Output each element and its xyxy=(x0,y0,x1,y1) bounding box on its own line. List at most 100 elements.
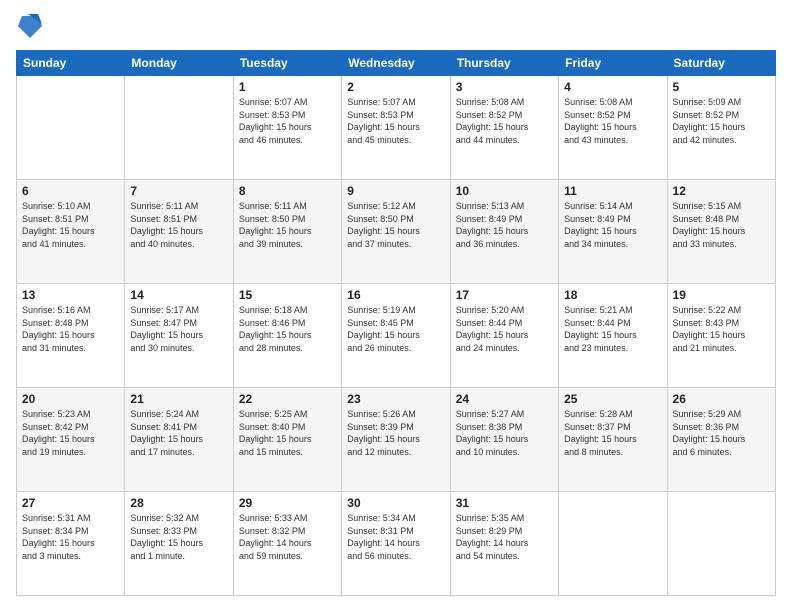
day-cell: 1Sunrise: 5:07 AM Sunset: 8:53 PM Daylig… xyxy=(233,76,341,180)
day-number: 6 xyxy=(22,184,119,198)
day-cell: 21 Sunrise: 5:24 AM Sunset: 8:41 PM Dayli… xyxy=(125,388,233,492)
day-number: 21 xyxy=(130,392,227,406)
calendar: SundayMondayTuesdayWednesdayThursdayFrid… xyxy=(16,50,776,596)
day-info: Sunrise: 5:14 AM Sunset: 8:49 PM Dayligh… xyxy=(564,200,661,250)
day-cell: 28 Sunrise: 5:32 AM Sunset: 8:33 PM Dayli… xyxy=(125,492,233,596)
day-cell: 25Sunrise: 5:28 AM Sunset: 8:37 PM Dayli… xyxy=(559,388,667,492)
day-info: Sunrise: 5:11 AM Sunset: 8:51 PM Dayligh… xyxy=(130,200,227,250)
day-cell: 23 Sunrise: 5:26 AM Sunset: 8:39 PM Dayli… xyxy=(342,388,450,492)
weekday-header-friday: Friday xyxy=(559,51,667,76)
day-cell: 10 Sunrise: 5:13 AM Sunset: 8:49 PM Dayli… xyxy=(450,180,558,284)
day-number: 12 xyxy=(673,184,770,198)
day-cell: 8 Sunrise: 5:11 AM Sunset: 8:50 PM Daylig… xyxy=(233,180,341,284)
day-cell: 27Sunrise: 5:31 AM Sunset: 8:34 PM Dayli… xyxy=(17,492,125,596)
day-cell: 20 Sunrise: 5:23 AM Sunset: 8:42 PM Dayli… xyxy=(17,388,125,492)
day-info: Sunrise: 5:21 AM Sunset: 8:44 PM Dayligh… xyxy=(564,304,661,354)
day-info: Sunrise: 5:31 AM Sunset: 8:34 PM Dayligh… xyxy=(22,512,119,562)
day-cell: 31 Sunrise: 5:35 AM Sunset: 8:29 PM Dayli… xyxy=(450,492,558,596)
day-cell: 24Sunrise: 5:27 AM Sunset: 8:38 PM Dayli… xyxy=(450,388,558,492)
day-cell: 9 Sunrise: 5:12 AM Sunset: 8:50 PM Daylig… xyxy=(342,180,450,284)
day-cell: 11 Sunrise: 5:14 AM Sunset: 8:49 PM Dayli… xyxy=(559,180,667,284)
weekday-header-tuesday: Tuesday xyxy=(233,51,341,76)
day-number: 24 xyxy=(456,392,553,406)
day-info: Sunrise: 5:35 AM Sunset: 8:29 PM Dayligh… xyxy=(456,512,553,562)
day-number: 11 xyxy=(564,184,661,198)
day-cell: 4 Sunrise: 5:08 AM Sunset: 8:52 PM Daylig… xyxy=(559,76,667,180)
logo-icon xyxy=(18,12,42,40)
day-number: 23 xyxy=(347,392,444,406)
day-info: Sunrise: 5:08 AM Sunset: 8:52 PM Dayligh… xyxy=(564,96,661,146)
day-cell: 18Sunrise: 5:21 AM Sunset: 8:44 PM Dayli… xyxy=(559,284,667,388)
day-cell: 12Sunrise: 5:15 AM Sunset: 8:48 PM Dayli… xyxy=(667,180,775,284)
day-cell: 7 Sunrise: 5:11 AM Sunset: 8:51 PM Daylig… xyxy=(125,180,233,284)
day-number: 31 xyxy=(456,496,553,510)
day-info: Sunrise: 5:20 AM Sunset: 8:44 PM Dayligh… xyxy=(456,304,553,354)
day-info: Sunrise: 5:09 AM Sunset: 8:52 PM Dayligh… xyxy=(673,96,770,146)
day-info: Sunrise: 5:07 AM Sunset: 8:53 PM Dayligh… xyxy=(239,96,336,146)
day-number: 16 xyxy=(347,288,444,302)
weekday-header-saturday: Saturday xyxy=(667,51,775,76)
day-info: Sunrise: 5:08 AM Sunset: 8:52 PM Dayligh… xyxy=(456,96,553,146)
day-info: Sunrise: 5:13 AM Sunset: 8:49 PM Dayligh… xyxy=(456,200,553,250)
logo xyxy=(16,16,42,40)
day-info: Sunrise: 5:12 AM Sunset: 8:50 PM Dayligh… xyxy=(347,200,444,250)
day-number: 7 xyxy=(130,184,227,198)
day-cell: 14Sunrise: 5:17 AM Sunset: 8:47 PM Dayli… xyxy=(125,284,233,388)
day-number: 4 xyxy=(564,80,661,94)
day-cell: 19 Sunrise: 5:22 AM Sunset: 8:43 PM Dayli… xyxy=(667,284,775,388)
day-number: 22 xyxy=(239,392,336,406)
day-number: 8 xyxy=(239,184,336,198)
day-number: 14 xyxy=(130,288,227,302)
weekday-header-row: SundayMondayTuesdayWednesdayThursdayFrid… xyxy=(17,51,776,76)
day-info: Sunrise: 5:32 AM Sunset: 8:33 PM Dayligh… xyxy=(130,512,227,562)
day-cell: 26 Sunrise: 5:29 AM Sunset: 8:36 PM Dayli… xyxy=(667,388,775,492)
day-number: 28 xyxy=(130,496,227,510)
day-info: Sunrise: 5:19 AM Sunset: 8:45 PM Dayligh… xyxy=(347,304,444,354)
day-info: Sunrise: 5:26 AM Sunset: 8:39 PM Dayligh… xyxy=(347,408,444,458)
day-number: 5 xyxy=(673,80,770,94)
day-cell: 29 Sunrise: 5:33 AM Sunset: 8:32 PM Dayli… xyxy=(233,492,341,596)
week-row-5: 27Sunrise: 5:31 AM Sunset: 8:34 PM Dayli… xyxy=(17,492,776,596)
day-info: Sunrise: 5:07 AM Sunset: 8:53 PM Dayligh… xyxy=(347,96,444,146)
weekday-header-sunday: Sunday xyxy=(17,51,125,76)
header xyxy=(16,16,776,40)
day-info: Sunrise: 5:22 AM Sunset: 8:43 PM Dayligh… xyxy=(673,304,770,354)
day-cell: 17 Sunrise: 5:20 AM Sunset: 8:44 PM Dayli… xyxy=(450,284,558,388)
day-cell xyxy=(17,76,125,180)
day-info: Sunrise: 5:25 AM Sunset: 8:40 PM Dayligh… xyxy=(239,408,336,458)
day-cell: 22 Sunrise: 5:25 AM Sunset: 8:40 PM Dayli… xyxy=(233,388,341,492)
week-row-2: 6 Sunrise: 5:10 AM Sunset: 8:51 PM Daylig… xyxy=(17,180,776,284)
weekday-header-thursday: Thursday xyxy=(450,51,558,76)
day-info: Sunrise: 5:29 AM Sunset: 8:36 PM Dayligh… xyxy=(673,408,770,458)
day-info: Sunrise: 5:33 AM Sunset: 8:32 PM Dayligh… xyxy=(239,512,336,562)
day-number: 26 xyxy=(673,392,770,406)
day-cell xyxy=(125,76,233,180)
weekday-header-wednesday: Wednesday xyxy=(342,51,450,76)
day-number: 9 xyxy=(347,184,444,198)
day-number: 15 xyxy=(239,288,336,302)
day-number: 29 xyxy=(239,496,336,510)
day-number: 30 xyxy=(347,496,444,510)
day-info: Sunrise: 5:23 AM Sunset: 8:42 PM Dayligh… xyxy=(22,408,119,458)
day-number: 10 xyxy=(456,184,553,198)
day-cell: 16 Sunrise: 5:19 AM Sunset: 8:45 PM Dayli… xyxy=(342,284,450,388)
day-info: Sunrise: 5:24 AM Sunset: 8:41 PM Dayligh… xyxy=(130,408,227,458)
day-cell: 3 Sunrise: 5:08 AM Sunset: 8:52 PM Daylig… xyxy=(450,76,558,180)
day-info: Sunrise: 5:11 AM Sunset: 8:50 PM Dayligh… xyxy=(239,200,336,250)
day-number: 3 xyxy=(456,80,553,94)
day-info: Sunrise: 5:34 AM Sunset: 8:31 PM Dayligh… xyxy=(347,512,444,562)
day-number: 17 xyxy=(456,288,553,302)
day-cell: 30 Sunrise: 5:34 AM Sunset: 8:31 PM Dayli… xyxy=(342,492,450,596)
day-cell xyxy=(667,492,775,596)
day-info: Sunrise: 5:10 AM Sunset: 8:51 PM Dayligh… xyxy=(22,200,119,250)
day-cell: 13Sunrise: 5:16 AM Sunset: 8:48 PM Dayli… xyxy=(17,284,125,388)
day-number: 20 xyxy=(22,392,119,406)
day-number: 13 xyxy=(22,288,119,302)
day-cell: 15Sunrise: 5:18 AM Sunset: 8:46 PM Dayli… xyxy=(233,284,341,388)
week-row-1: 1Sunrise: 5:07 AM Sunset: 8:53 PM Daylig… xyxy=(17,76,776,180)
day-cell: 2Sunrise: 5:07 AM Sunset: 8:53 PM Daylig… xyxy=(342,76,450,180)
weekday-header-monday: Monday xyxy=(125,51,233,76)
day-number: 19 xyxy=(673,288,770,302)
day-number: 25 xyxy=(564,392,661,406)
day-cell: 6 Sunrise: 5:10 AM Sunset: 8:51 PM Daylig… xyxy=(17,180,125,284)
